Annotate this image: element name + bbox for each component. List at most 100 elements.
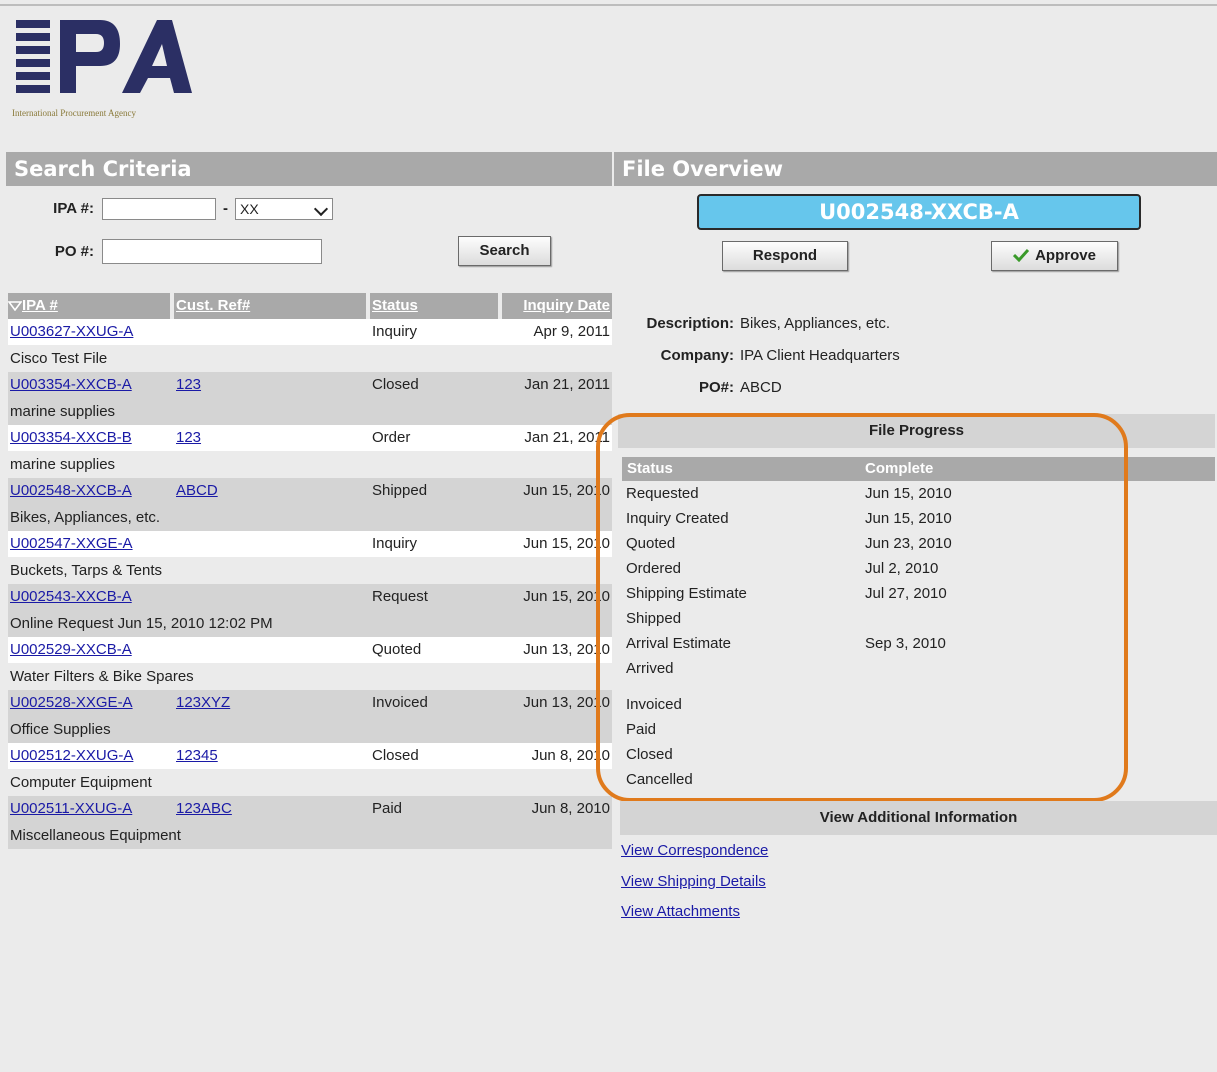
search-button[interactable]: Search [458,236,551,266]
file-overview-header: File Overview [614,152,1217,186]
po-number-input[interactable] [102,239,322,264]
company-value: IPA Client Headquarters [740,347,900,364]
row-description: Miscellaneous Equipment [8,822,612,849]
view-correspondence-link[interactable]: View Correspondence [621,842,768,859]
result-group: U002511-XXUG-A 123ABC Paid Jun 8, 2010 Misce… [8,796,612,849]
po-number-label: PO #: [54,243,94,260]
result-group: U002512-XXUG-A 12345 Closed Jun 8, 2010 Comp… [8,743,612,796]
ipa-number-label: IPA #: [53,200,94,217]
results-header-row: IPA # Cust. Ref# Status Inquiry Date [7,293,612,319]
company-label: Company: [660,347,734,364]
row-description: Office Supplies [8,716,612,743]
result-group: U002547-XXGE-A Inquiry Jun 15, 2010 Buckets… [8,531,612,584]
col-cust-ref[interactable]: Cust. Ref# [170,293,366,319]
cust-ref-cell: 123 [170,425,366,451]
table-row[interactable]: U003354-XXCB-B 123 Order Jan 21, 2011 [8,425,612,451]
po-label: PO#: [698,379,734,396]
description-value: Bikes, Appliances, etc. [740,315,891,332]
status-cell: Paid [372,800,403,817]
ipa-number-link[interactable]: U003354-XXCB-A [10,376,132,393]
ipa-cell: U002511-XXUG-A [8,796,170,822]
cust-ref-cell: 123ABC [170,796,366,822]
cust-ref-cell: 123 [170,372,366,398]
row-description: Water Filters & Bike Spares [8,663,612,690]
ipa-cell: U003354-XXCB-A [8,372,170,398]
ipa-cell: U002543-XXCB-A [8,584,170,610]
result-group: U003354-XXCB-A 123 Closed Jan 21, 2011 marin… [8,372,612,425]
approve-button[interactable]: Approve [991,241,1118,271]
ipa-number-link[interactable]: U002529-XXCB-A [10,641,132,658]
ipa-cell: U003627-XXUG-A [8,319,170,345]
ipa-logo: International Procurement Agency [12,14,202,124]
inquiry-date-cell: Jun 15, 2010 [523,588,610,605]
ipa-number-link[interactable]: U002528-XXGE-A [10,694,133,711]
view-attachments-link[interactable]: View Attachments [621,903,740,920]
ipa-cell: U003354-XXCB-B [8,425,170,451]
table-row[interactable]: U003354-XXCB-A 123 Closed Jan 21, 2011 [8,372,612,398]
row-description: Bikes, Appliances, etc. [8,504,612,531]
inquiry-date-cell: Jun 13, 2010 [523,694,610,711]
view-shipping-details-link[interactable]: View Shipping Details [621,873,766,890]
top-border [0,4,1217,6]
cust-ref-link[interactable]: 123ABC [176,800,232,817]
cust-ref-cell [170,584,366,610]
result-group: U002529-XXCB-A Quoted Jun 13, 2010 Water Fi… [8,637,612,690]
table-row[interactable]: U002512-XXUG-A 12345 Closed Jun 8, 2010 [8,743,612,769]
table-row[interactable]: U002547-XXGE-A Inquiry Jun 15, 2010 [8,531,612,557]
result-group: U003354-XXCB-B 123 Order Jan 21, 2011 marine… [8,425,612,478]
chevron-down-icon [313,201,329,217]
results-body: U003627-XXUG-A Inquiry Apr 9, 2011 Cisco Te… [8,319,612,849]
cust-ref-link[interactable]: 12345 [176,747,218,764]
ipa-number-link[interactable]: U002511-XXUG-A [10,800,132,817]
status-cell: Inquiry [372,323,418,340]
row-description: Computer Equipment [8,769,612,796]
cust-ref-link[interactable]: 123 [176,376,201,393]
respond-button[interactable]: Respond [722,241,848,271]
inquiry-date-cell: Jun 8, 2010 [531,747,610,764]
inquiry-date-cell: Jun 13, 2010 [523,641,610,658]
status-cell: Quoted [372,641,422,658]
ipa-dash: - [223,200,228,217]
inquiry-date-cell: Jun 8, 2010 [531,800,610,817]
table-row[interactable]: U002543-XXCB-A Request Jun 15, 2010 [8,584,612,610]
status-cell: Shipped [372,482,428,499]
po-value: ABCD [740,379,782,396]
ipa-number-link[interactable]: U002543-XXCB-A [10,588,132,605]
status-cell: Order [372,429,411,446]
status-cell: Request [372,588,428,605]
ipa-suffix-value: XX [240,201,259,217]
ipa-number-link[interactable]: U002547-XXGE-A [10,535,133,552]
table-row[interactable]: U002548-XXCB-A ABCD Shipped Jun 15, 2010 [8,478,612,504]
ipa-suffix-select[interactable]: XX [235,198,333,220]
result-group: U003627-XXUG-A Inquiry Apr 9, 2011 Cisco Te… [8,319,612,372]
ipa-number-input[interactable] [102,198,216,220]
status-cell: Closed [372,376,419,393]
ipa-number-link[interactable]: U002548-XXCB-A [10,482,132,499]
cust-ref-cell [170,531,366,557]
cust-ref-link[interactable]: 123XYZ [176,694,230,711]
col-status[interactable]: Status [366,293,498,319]
table-row[interactable]: U002511-XXUG-A 123ABC Paid Jun 8, 2010 [8,796,612,822]
table-row[interactable]: U002529-XXCB-A Quoted Jun 13, 2010 [8,637,612,663]
ipa-number-link[interactable]: U002512-XXUG-A [10,747,133,764]
inquiry-date-cell: Jun 15, 2010 [523,482,610,499]
sort-down-triangle-icon [7,301,23,312]
cust-ref-link[interactable]: 123 [176,429,201,446]
col-inquiry-date[interactable]: Inquiry Date [498,293,612,319]
file-id-banner: U002548-XXCB-A [697,194,1141,230]
cust-ref-link[interactable]: ABCD [176,482,218,499]
table-row[interactable]: U003627-XXUG-A Inquiry Apr 9, 2011 [8,319,612,345]
search-criteria-header: Search Criteria [6,152,612,186]
result-group: U002548-XXCB-A ABCD Shipped Jun 15, 2010 Bik… [8,478,612,531]
ipa-cell: U002529-XXCB-A [8,637,170,663]
col-ipa-number[interactable]: IPA # [7,293,170,319]
table-row[interactable]: U002528-XXGE-A 123XYZ Invoiced Jun 13, 2010 [8,690,612,716]
check-icon [1013,248,1030,263]
ipa-number-link[interactable]: U003354-XXCB-B [10,429,132,446]
ipa-cell: U002512-XXUG-A [8,743,170,769]
row-description: marine supplies [8,451,612,478]
approve-button-label: Approve [1035,247,1096,264]
additional-info-header: View Additional Information [620,801,1217,835]
logo-tagline: International Procurement Agency [12,108,136,118]
ipa-number-link[interactable]: U003627-XXUG-A [10,323,133,340]
